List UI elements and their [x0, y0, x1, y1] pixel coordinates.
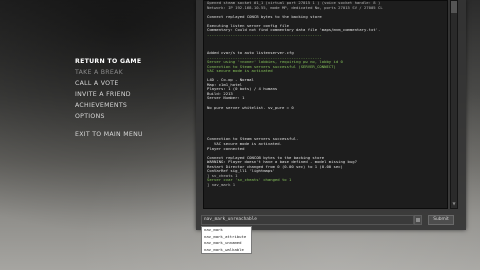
history-icon[interactable]	[414, 215, 422, 225]
console-output[interactable]: Opened steam socket #1_1 (virtual port 2…	[203, 0, 448, 209]
menu-item-exit-to-main-menu[interactable]: EXIT TO MAIN MENU	[75, 129, 185, 140]
autocomplete-item[interactable]: nav_mark_walkable	[202, 247, 251, 254]
console-command-input[interactable]: nav_mark_unreachable	[201, 215, 414, 225]
console-line: ] nav_mark 1	[207, 182, 236, 187]
submit-button[interactable]: Submit	[428, 215, 454, 225]
pause-menu: RETURN TO GAME TAKE A BREAK CALL A VOTE …	[75, 56, 185, 140]
developer-console: Opened steam socket #1_1 (virtual port 2…	[196, 0, 466, 230]
scroll-down-icon[interactable]: ▼	[451, 201, 457, 207]
menu-item-options[interactable]: OPTIONS	[75, 111, 185, 122]
autocomplete-list: nav_mark nav_mark_attribute nav_mark_unn…	[201, 226, 252, 254]
menu-item-return-to-game[interactable]: RETURN TO GAME	[75, 56, 185, 67]
console-scrollbar[interactable]: ▼	[450, 0, 458, 209]
menu-item-invite-a-friend[interactable]: INVITE A FRIEND	[75, 89, 185, 100]
menu-item-take-a-break[interactable]: TAKE A BREAK	[75, 67, 185, 78]
scrollbar-thumb[interactable]	[451, 1, 457, 13]
menu-item-call-a-vote[interactable]: CALL A VOTE	[75, 78, 185, 89]
menu-item-achievements[interactable]: ACHIEVEMENTS	[75, 100, 185, 111]
